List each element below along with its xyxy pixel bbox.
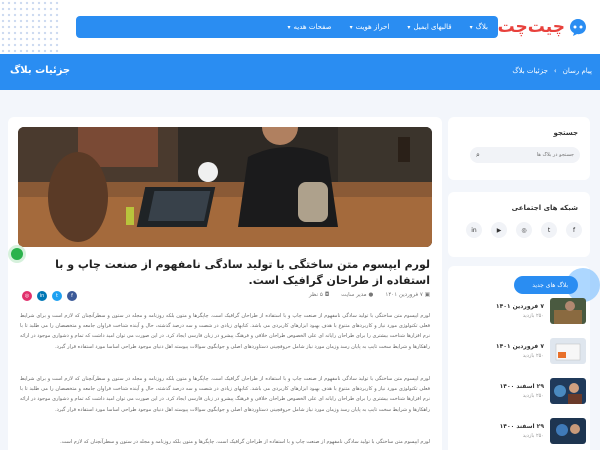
- twitter-icon[interactable]: t: [541, 222, 557, 238]
- top-header: بلاگ ▾ قالبهای ایمیل ▾ احراز هویت ▾ صفحات ه…: [0, 0, 600, 54]
- news-text: ۷ فروردین ۱۴۰۱ ۲۵۰ بازدید: [496, 338, 544, 364]
- news-text: ۷ فروردین ۱۴۰۱ ۲۵۰ بازدید: [496, 298, 544, 324]
- news-date: ۷ فروردین ۱۴۰۱: [495, 303, 544, 310]
- news-visits: ۲۵۰ بازدید: [522, 433, 544, 439]
- news-thumbnail: [550, 338, 586, 364]
- linkedin-icon[interactable]: in: [466, 222, 482, 238]
- news-text: ۲۹ اسفند ۱۴۰۰ ۲۵۰ بازدید: [500, 418, 544, 444]
- chat-bubble-button[interactable]: [8, 245, 26, 263]
- news-thumbnail: [550, 418, 586, 444]
- post-date-text: ۷ فروردین ۱۴۰۱: [385, 292, 423, 298]
- twitter-icon[interactable]: t: [52, 291, 62, 301]
- social-widget-title: شبکه های اجتماعی: [511, 204, 578, 212]
- post-paragraph: لورم ایپسوم متن ساختگی با تولید سادگی نا…: [20, 376, 430, 413]
- social-widget: شبکه های اجتماعی f t ◎ ▶ in: [448, 192, 590, 257]
- facebook-icon[interactable]: f: [566, 222, 582, 238]
- social-icons: f t ◎ ▶ in: [466, 222, 582, 238]
- list-item[interactable]: ۲۹ اسفند ۱۴۰۰ ۲۵۰ بازدید: [468, 378, 586, 404]
- post-author: ● مدیر سایت: [341, 292, 373, 298]
- calendar-icon: ▣: [424, 292, 430, 298]
- list-item[interactable]: ۲۹ اسفند ۱۴۰۰ ۲۵۰ بازدید: [468, 418, 586, 444]
- search-icon[interactable]: ⌕: [476, 151, 480, 160]
- share-buttons: ◎ in t f: [22, 291, 77, 301]
- nav-label: احراز هویت: [355, 23, 390, 31]
- chevron-down-icon: ▾: [407, 23, 411, 31]
- post-date: ▣ ۷ فروردین ۱۴۰۱: [385, 292, 430, 298]
- logo-icon: [568, 17, 588, 37]
- breadcrumb-item-current: جزئیات بلاگ: [512, 67, 548, 75]
- linkedin-icon[interactable]: in: [37, 291, 47, 301]
- post-card: لورم ایپسوم متن ساختگی با تولید سادگی نا…: [8, 117, 442, 450]
- post-hero-image: [18, 127, 432, 247]
- news-visits: ۲۵۰ بازدید: [522, 353, 544, 359]
- search-input[interactable]: [494, 152, 574, 158]
- nav-item-authentication[interactable]: احراز هویت ▾: [350, 23, 390, 31]
- instagram-icon[interactable]: ◎: [516, 222, 532, 238]
- post-paragraph: لورم ایپسوم متن ساختگی با تولید سادگی نا…: [20, 313, 430, 350]
- facebook-icon[interactable]: f: [67, 291, 77, 301]
- news-date: ۷ فروردین ۱۴۰۱: [495, 343, 544, 350]
- user-icon: ●: [368, 292, 374, 298]
- chevron-down-icon: ▾: [469, 23, 473, 31]
- post-author-text: مدیر سایت: [341, 292, 367, 298]
- logo-text: چیت‌چت: [497, 17, 566, 37]
- instagram-icon[interactable]: ◎: [22, 291, 32, 301]
- post-title: لورم ایپسوم متن ساختگی با تولید سادگی نا…: [55, 258, 430, 287]
- search-box: ⌕: [470, 147, 580, 163]
- breadcrumb: پیام رسان › جزئیات بلاگ: [512, 67, 592, 75]
- chevron-down-icon: ▾: [349, 23, 353, 31]
- news-visits: ۲۵۰ بازدید: [522, 313, 544, 319]
- list-item[interactable]: ۷ فروردین ۱۴۰۱ ۲۵۰ بازدید: [468, 298, 586, 324]
- news-visits: ۲۵۰ بازدید: [522, 393, 544, 399]
- chevron-down-icon: ▾: [287, 23, 291, 31]
- post-paragraph: لورم ایپسوم متن ساختگی با تولید سادگی نا…: [60, 439, 430, 445]
- decorative-dots: [0, 0, 60, 54]
- list-item[interactable]: ۷ فروردین ۱۴۰۱ ۲۵۰ بازدید: [468, 338, 586, 364]
- youtube-icon[interactable]: ▶: [491, 222, 507, 238]
- post-comments-text: ۵ نظر: [309, 292, 323, 298]
- news-text: ۲۹ اسفند ۱۴۰۰ ۲۵۰ بازدید: [500, 378, 544, 404]
- breadcrumb-item-messenger[interactable]: پیام رسان: [563, 67, 592, 75]
- news-thumbnail: [550, 378, 586, 404]
- site-logo[interactable]: چیت‌چت: [498, 14, 588, 40]
- post-meta: ▣ ۷ فروردین ۱۴۰۱ ● مدیر سایت ◘ ۵ نظر: [309, 292, 430, 298]
- nav-label: صفحات هدیه: [293, 23, 332, 31]
- main-nav: بلاگ ▾ قالبهای ایمیل ▾ احراز هویت ▾ صفحات ه…: [76, 16, 498, 38]
- search-widget: جستجو ⌕: [448, 117, 590, 180]
- breadcrumb-separator: ›: [553, 67, 557, 75]
- nav-item-email-templates[interactable]: قالبهای ایمیل ▾: [407, 23, 451, 31]
- post-comments[interactable]: ◘ ۵ نظر: [309, 292, 329, 298]
- comment-icon: ◘: [324, 292, 330, 298]
- nav-item-gift-pages[interactable]: صفحات هدیه ▾: [288, 23, 332, 31]
- news-date: ۲۹ اسفند ۱۴۰۰: [499, 383, 544, 390]
- news-thumbnail: [550, 298, 586, 324]
- breadcrumb-banner: پیام رسان › جزئیات بلاگ جزئیات بلاگ: [0, 54, 600, 90]
- search-widget-title: جستجو: [553, 129, 578, 137]
- nav-label: بلاگ: [475, 23, 488, 31]
- news-date: ۲۹ اسفند ۱۴۰۰: [499, 423, 544, 430]
- page-title: جزئیات بلاگ: [10, 65, 71, 76]
- new-blogs-title: بلاگ های جدید: [514, 276, 578, 294]
- nav-label: قالبهای ایمیل: [413, 23, 452, 31]
- nav-item-blog[interactable]: بلاگ ▾: [470, 23, 488, 31]
